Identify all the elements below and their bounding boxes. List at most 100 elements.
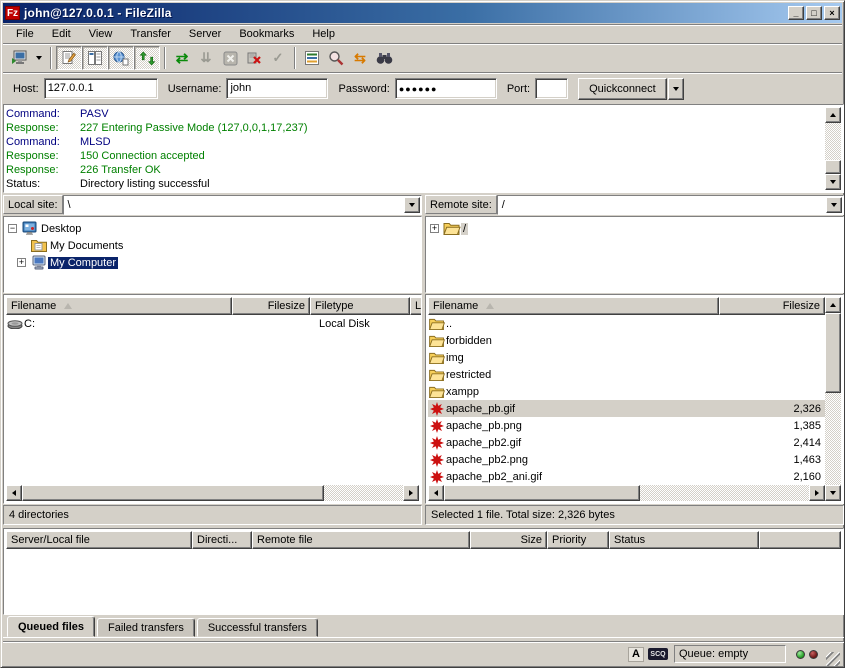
remote-horizontal-scrollbar[interactable] [428, 485, 825, 501]
column-header-direction[interactable]: Directi... [192, 531, 252, 549]
toggle-local-treeview-button[interactable] [82, 46, 108, 70]
log-vertical-scrollbar[interactable] [825, 107, 841, 190]
column-header-filesize[interactable]: Filesize [719, 297, 825, 315]
remote-file-row[interactable]: .. [428, 315, 825, 332]
tab-queued-files[interactable]: Queued files [7, 616, 95, 637]
remote-file-row[interactable]: apache_pb2_ani.gif 2,160 [428, 468, 825, 485]
local-file-row[interactable]: C: Local Disk [6, 315, 419, 332]
remote-file-row[interactable]: apache_pb2.gif 2,414 [428, 434, 825, 451]
scroll-up-button[interactable] [825, 107, 841, 123]
remote-file-row[interactable]: apache_pb2.png 1,463 [428, 451, 825, 468]
disconnect-icon [246, 50, 262, 66]
expand-icon[interactable]: + [430, 224, 439, 233]
scroll-left-button[interactable] [428, 485, 444, 501]
remote-vertical-scrollbar[interactable] [825, 297, 841, 501]
column-header-status[interactable]: Status [609, 531, 759, 549]
resize-grip[interactable] [826, 652, 840, 666]
toggle-transfer-queue-button[interactable] [134, 46, 160, 70]
password-input[interactable]: ●●●●●● [395, 78, 497, 99]
scroll-right-button[interactable] [403, 485, 419, 501]
column-header-size[interactable]: Size [470, 531, 547, 549]
tree-item-my-computer[interactable]: + My Computer [8, 254, 421, 271]
scroll-thumb[interactable] [444, 485, 640, 501]
column-header-priority[interactable]: Priority [547, 531, 609, 549]
column-header-filesize[interactable]: Filesize [232, 297, 310, 315]
column-header-server-local-file[interactable]: Server/Local file [6, 531, 192, 549]
directory-listing-filters-button[interactable] [300, 46, 324, 70]
maximize-button[interactable]: □ [806, 6, 822, 20]
quickconnect-dropdown[interactable] [668, 78, 684, 100]
local-list-rows: C: Local Disk [6, 315, 419, 332]
find-files-button[interactable] [372, 46, 396, 70]
toggle-message-log-button[interactable] [56, 46, 82, 70]
menu-transfer[interactable]: Transfer [121, 26, 180, 42]
cancel-operation-button[interactable] [218, 46, 242, 70]
expand-icon[interactable]: + [17, 258, 26, 267]
scroll-up-button[interactable] [825, 297, 841, 313]
site-manager-dropdown[interactable] [32, 46, 46, 70]
process-queue-button[interactable]: ⇊ [194, 46, 218, 70]
file-name: img [446, 352, 725, 364]
remote-treeview-icon [113, 50, 129, 66]
column-header-last-modified[interactable]: L [410, 297, 422, 315]
tree-item-label: My Computer [48, 257, 118, 269]
tree-item-root[interactable]: + / [430, 220, 843, 237]
scroll-thumb[interactable] [825, 313, 841, 393]
menu-server[interactable]: Server [180, 26, 230, 42]
remote-file-row[interactable]: img [428, 349, 825, 366]
remote-site-dropdown[interactable] [826, 197, 842, 213]
sort-asc-icon [486, 303, 494, 309]
tree-item-my-documents[interactable]: My Documents [8, 237, 421, 254]
directory-comparison-button[interactable] [324, 46, 348, 70]
scroll-down-button[interactable] [825, 485, 841, 501]
local-horizontal-scrollbar[interactable] [6, 485, 419, 501]
refresh-button[interactable]: ⇄ [170, 46, 194, 70]
toggle-remote-treeview-button[interactable] [108, 46, 134, 70]
remote-file-row[interactable]: xampp [428, 383, 825, 400]
username-input[interactable]: john [226, 78, 328, 99]
local-site-combo[interactable]: \ [63, 195, 422, 215]
local-site-dropdown[interactable] [404, 197, 420, 213]
menu-view[interactable]: View [80, 26, 122, 42]
remote-file-row[interactable]: restricted [428, 366, 825, 383]
host-input[interactable]: 127.0.0.1 [44, 78, 158, 99]
scroll-thumb[interactable] [22, 485, 324, 501]
synchronized-browsing-button[interactable]: ⇆ [348, 46, 372, 70]
collapse-icon[interactable]: − [8, 224, 17, 233]
menu-edit[interactable]: Edit [43, 26, 80, 42]
remote-site-label: Remote site: [425, 195, 497, 214]
file-name: apache_pb.png [446, 420, 725, 432]
scroll-right-button[interactable] [809, 485, 825, 501]
abort-button[interactable]: ✓ [266, 46, 290, 70]
close-button[interactable]: × [824, 6, 840, 20]
minimize-button[interactable]: _ [788, 6, 804, 20]
remote-file-row[interactable]: apache_pb.png 1,385 [428, 417, 825, 434]
tab-failed-transfers[interactable]: Failed transfers [97, 618, 195, 637]
title-bar[interactable]: Fz john@127.0.0.1 - FileZilla _ □ × [3, 3, 842, 23]
tab-successful-transfers[interactable]: Successful transfers [197, 618, 318, 637]
port-input[interactable] [535, 78, 568, 99]
tree-item-desktop[interactable]: − Desktop [8, 220, 421, 237]
remote-file-row-selected[interactable]: apache_pb.gif 2,326 [428, 400, 825, 417]
site-manager-icon [11, 49, 29, 67]
menu-file[interactable]: File [7, 26, 43, 42]
transfer-type-indicator: A [628, 647, 644, 662]
scroll-thumb[interactable] [825, 160, 841, 174]
folder-icon [428, 335, 446, 347]
scroll-down-button[interactable] [825, 174, 841, 190]
column-header-filename[interactable]: Filename [6, 297, 232, 315]
local-site-value: \ [68, 199, 71, 211]
scroll-left-button[interactable] [6, 485, 22, 501]
status-badge-icon: SCQ [648, 648, 668, 660]
menu-bookmarks[interactable]: Bookmarks [230, 26, 303, 42]
quickconnect-button[interactable]: Quickconnect [578, 78, 667, 100]
remote-file-row[interactable]: forbidden [428, 332, 825, 349]
column-header-filename[interactable]: Filename [428, 297, 719, 315]
remote-site-combo[interactable]: / [497, 195, 844, 215]
site-manager-icon[interactable] [8, 46, 32, 70]
column-header-remote-file[interactable]: Remote file [252, 531, 470, 549]
column-header-filetype[interactable]: Filetype [310, 297, 410, 315]
username-label: Username: [168, 83, 222, 95]
menu-help[interactable]: Help [303, 26, 344, 42]
disconnect-button[interactable] [242, 46, 266, 70]
